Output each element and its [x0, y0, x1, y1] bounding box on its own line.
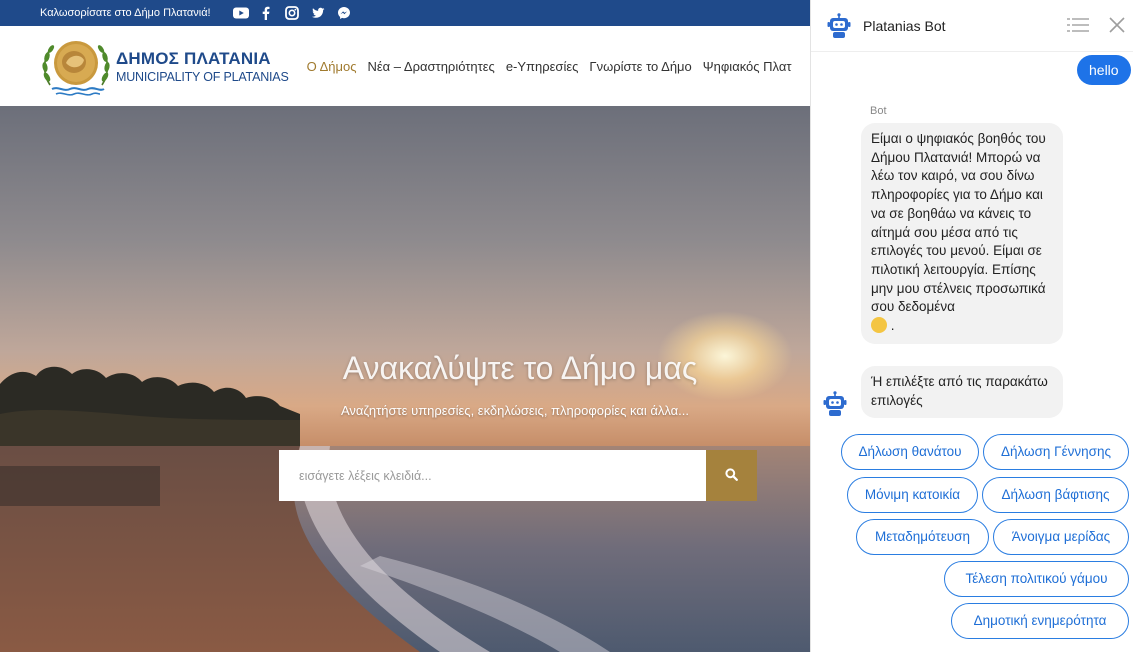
logo-text: ΔΗΜΟΣ ΠΛΑΤΑΝΙΑ MUNICIPALITY OF PLATANIAS — [116, 49, 289, 84]
option-birth-declaration-button[interactable]: Δήλωση Γέννησης — [983, 434, 1129, 470]
option-open-share-button[interactable]: Άνοιγμα μερίδας — [993, 519, 1129, 555]
instagram-icon[interactable] — [284, 6, 299, 20]
hero-title: Ανακαλύψτε το Δήμο μας — [342, 350, 698, 386]
bot-label: Bot — [870, 105, 887, 117]
bot-message-end: . — [887, 318, 895, 334]
nav-item-digital[interactable]: Ψηφιακός Πλατ — [703, 59, 792, 74]
search-input[interactable] — [279, 450, 706, 501]
hero-subtitle: Αναζητήστε υπηρεσίες, εκδηλώσεις, πληροφ… — [340, 403, 690, 418]
chat-header: Platanias Bot — [811, 0, 1133, 52]
nav-item-e-services[interactable]: e-Υπηρεσίες — [506, 59, 579, 74]
logo-emblem-icon — [38, 33, 114, 99]
smile-emoji-icon: 😊 — [871, 317, 887, 334]
bot-message-text: Είμαι ο ψηφιακός βοηθός του Δήμου Πλαταν… — [871, 131, 1046, 315]
facebook-icon[interactable] — [259, 6, 273, 20]
option-permanent-residence-button[interactable]: Μόνιμη κατοικία — [847, 477, 978, 513]
search-button[interactable] — [706, 450, 757, 501]
option-transfer-registration-button[interactable]: Μεταδημότευση — [856, 519, 989, 555]
bot-message2-text: Ή επιλέξτε από τις παρακάτω επιλογές — [871, 374, 1048, 408]
top-bar: Καλωσορίσατε στο Δήμο Πλατανιά! — [0, 0, 810, 26]
bot-message: Είμαι ο ψηφιακός βοηθός του Δήμου Πλαταν… — [861, 123, 1063, 344]
option-municipal-clearance-button[interactable]: Δημοτική ενημερότητα — [951, 603, 1129, 639]
twitter-icon[interactable] — [311, 6, 325, 20]
user-message: hello — [1077, 55, 1131, 85]
youtube-icon[interactable] — [232, 6, 249, 20]
search-icon — [725, 467, 738, 484]
option-civil-wedding-button[interactable]: Τέλεση πολιτικού γάμου — [944, 561, 1129, 597]
welcome-text: Καλωσορίσατε στο Δήμο Πλατανιά! — [40, 7, 211, 19]
site-header: ΔΗΜΟΣ ΠΛΑΤΑΝΙΑ MUNICIPALITY OF PLATANIAS… — [0, 26, 810, 106]
logo-subtitle: MUNICIPALITY OF PLATANIAS — [116, 69, 289, 84]
option-death-declaration-button[interactable]: Δήλωση θανάτου — [841, 434, 979, 470]
nav-item-discover[interactable]: Γνωρίστε το Δήμο — [589, 59, 691, 74]
messenger-icon[interactable] — [337, 6, 351, 20]
search-bar — [279, 450, 757, 501]
social-links — [232, 6, 351, 20]
chat-title: Platanias Bot — [863, 17, 946, 34]
municipality-logo[interactable]: ΔΗΜΟΣ ΠΛΑΤΑΝΙΑ MUNICIPALITY OF PLATANIAS — [38, 33, 289, 99]
close-icon[interactable] — [1108, 16, 1126, 34]
menu-icon[interactable] — [1067, 17, 1089, 33]
nav-item-municipality[interactable]: Ο Δήμος — [307, 59, 357, 74]
hero-section: Ανακαλύψτε το Δήμο μας Αναζητήστε υπηρεσ… — [0, 106, 810, 652]
bot-avatar-icon — [823, 391, 847, 417]
logo-title: ΔΗΜΟΣ ΠΛΑΤΑΝΙΑ — [116, 48, 271, 68]
page: Καλωσορίσατε στο Δήμο Πλατανιά! ΔΗΜΟΣ ΠΛ… — [0, 0, 1133, 652]
option-baptism-declaration-button[interactable]: Δήλωση βάφτισης — [982, 477, 1129, 513]
main-nav: Ο Δήμος Νέα – Δραστηριότητες e-Υπηρεσίες… — [307, 59, 803, 74]
chatbot-panel: Platanias Bot hello Bot Είμαι ο ψηφιακός… — [810, 0, 1133, 652]
bot-message-options-prompt: Ή επιλέξτε από τις παρακάτω επιλογές — [861, 366, 1063, 418]
nav-item-news[interactable]: Νέα – Δραστηριότητες — [368, 59, 495, 74]
bot-icon — [827, 12, 851, 39]
